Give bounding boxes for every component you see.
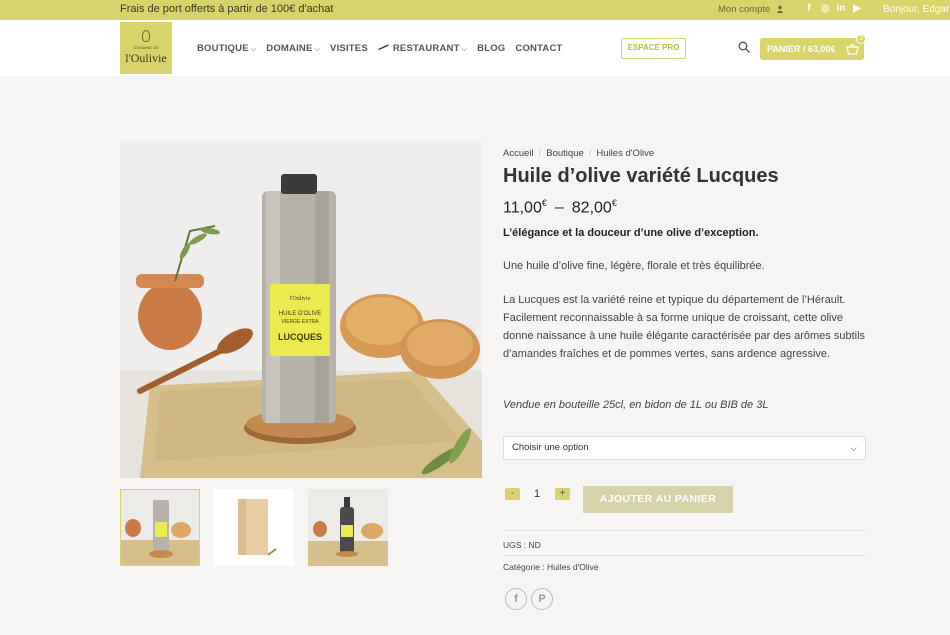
variant-select-value: Choisir une option [512,442,589,453]
nav-item-blog[interactable]: BLOG [477,43,505,54]
chevron-down-icon: ⌵ [461,46,468,53]
nav-label: CONTACT [515,43,563,54]
nav-label: BOUTIQUE [197,43,249,54]
cart-count-badge: 3 [856,34,866,44]
user-greeting[interactable]: Bonjour, Edgar [883,4,949,15]
thumbnail-photo [121,490,199,565]
top-bar: Frais de port offerts à partir de 100€ d… [0,0,950,20]
add-to-cart-button[interactable]: AJOUTER AU PANIER [583,486,733,513]
breadcrumb-separator: / [538,148,542,159]
bottle-label-brand: l'Oulivie [290,296,311,302]
nav-item-restaurant[interactable]: RESTAURANT ⌵ [377,43,468,54]
breadcrumb-category[interactable]: Huiles d'Olive [596,148,654,159]
breadcrumb-home[interactable]: Accueil [503,148,534,159]
price-max: 82,00 [571,199,612,217]
user-icon [776,5,784,13]
basket-icon [846,43,859,55]
youtube-icon[interactable]: ▶ [852,3,862,15]
cart-button[interactable]: PANIER / 63,00€ [760,38,864,60]
shipping-promo: Frais de port offerts à partir de 100€ d… [120,3,334,15]
breadcrumb-separator: / [588,148,592,159]
instagram-icon[interactable]: ◎ [820,3,830,15]
logo-title: l'Oulivie [125,51,167,65]
social-links: f ◎ in ▶ [804,3,862,15]
price-range: 11,00€ –82,00€ [503,198,617,217]
breadcrumb-shop[interactable]: Boutique [546,148,584,159]
product-thumbnail-2[interactable] [214,489,294,566]
nav-item-boutique[interactable]: BOUTIQUE ⌵ [197,43,256,54]
chevron-down-icon: ⌵ [850,443,857,453]
variant-select[interactable]: Choisir une option ⌵ [503,436,866,460]
nav-item-visites[interactable]: VISITES [330,43,368,54]
price-dash: – [554,199,564,217]
thumbnail-photo [214,489,294,566]
main-nav: BOUTIQUE ⌵ DOMAINE ⌵ VISITES RESTAURANT ⌵ B… [197,43,563,54]
currency-symbol: € [541,198,547,208]
product-category[interactable]: Catégorie : Huiles d'Olive [503,562,599,572]
linkedin-icon[interactable]: in [836,3,846,15]
breadcrumb: Accueil / Boutique / Huiles d'Olive [503,148,654,159]
my-account-link[interactable]: Mon compte [718,4,784,15]
bottle-label-line2: HUILE D'OLIVE [279,311,322,317]
chevron-down-icon: ⌵ [250,46,257,53]
bottle-label-name: LUCQUES [278,332,322,342]
divider [503,530,866,531]
cutlery-icon [377,44,389,50]
nav-label: VISITES [330,43,368,54]
my-account-label: Mon compte [718,4,771,15]
product-main-image[interactable]: l'Oulivie HUILE D'OLIVE VIERGE EXTRA LUC… [120,141,482,478]
olive-logo-icon [142,30,150,42]
product-photo: l'Oulivie HUILE D'OLIVE VIERGE EXTRA LUC… [120,141,482,478]
facebook-share-icon[interactable]: f [505,588,527,610]
search-icon[interactable] [738,41,750,53]
chevron-down-icon: ⌵ [314,46,321,53]
thumbnail-photo [308,489,388,566]
main-header: DOMAINE DE l'Oulivie BOUTIQUE ⌵ DOMAINE ⌵ … [0,20,950,76]
packaging-note: Vendue en bouteille 25cl, en bidon de 1L… [503,399,769,411]
nav-item-contact[interactable]: CONTACT [515,43,562,54]
currency-symbol: € [611,198,617,208]
product-thumbnail-3[interactable] [308,489,388,566]
price-min: 11,00 [503,199,542,217]
product-tagline: L’élégance et la douceur d’une olive d’e… [503,227,759,239]
cart-label: PANIER / 63,00€ [767,44,836,54]
quantity-input[interactable]: 1 [528,488,546,500]
logo-subtitle: DOMAINE DE [133,45,159,50]
product-short-description: Une huile d’olive fine, légère, florale … [503,260,765,272]
pinterest-share-icon[interactable]: P [531,588,553,610]
facebook-icon[interactable]: f [804,3,814,15]
bottle-label-line3: VIERGE EXTRA [282,319,320,325]
divider [503,555,866,556]
site-logo[interactable]: DOMAINE DE l'Oulivie [120,22,172,74]
product-sku: UGS : ND [503,540,541,550]
nav-item-domaine[interactable]: DOMAINE ⌵ [266,43,320,54]
quantity-increase-button[interactable]: + [555,488,570,500]
nav-label: DOMAINE [266,43,313,54]
espace-pro-button[interactable]: ESPACE PRO [621,38,686,59]
product-description: La Lucques est la variété reine et typiq… [503,294,866,360]
nav-label: RESTAURANT [392,43,460,54]
product-title: Huile d’olive variété Lucques [503,165,779,187]
product-thumbnail-1[interactable] [120,489,200,566]
nav-label: BLOG [477,43,506,54]
quantity-decrease-button[interactable]: - [505,488,520,500]
